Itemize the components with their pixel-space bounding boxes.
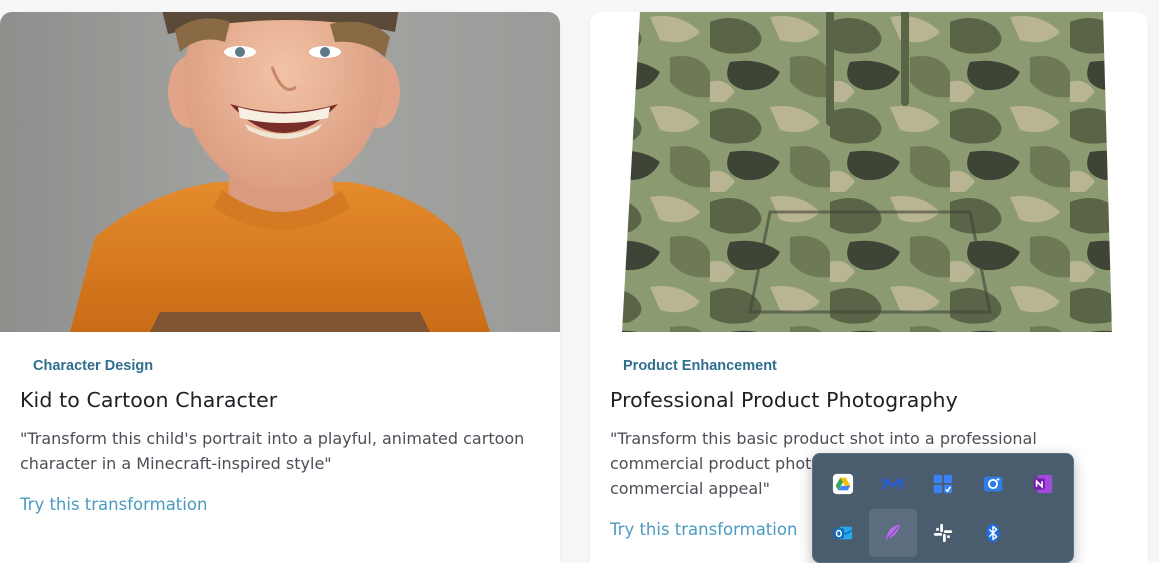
category-tag: Product Enhancement (623, 358, 777, 374)
google-drive-icon[interactable] (819, 460, 867, 508)
slack-icon[interactable] (919, 509, 967, 557)
onenote-icon[interactable] (1019, 460, 1067, 508)
card-body: Character Design Kid to Cartoon Characte… (0, 332, 560, 514)
try-transformation-link[interactable]: Try this transformation (20, 495, 207, 514)
card-image-boy (0, 12, 560, 332)
outlook-icon[interactable] (819, 509, 867, 557)
card-description: "Transform this child's portrait into a … (20, 429, 525, 473)
card-title: Kid to Cartoon Character (20, 388, 278, 412)
category-tag: Character Design (33, 358, 154, 374)
gmail-client-icon[interactable] (869, 460, 917, 508)
system-tray-flyout (812, 453, 1074, 563)
try-transformation-link[interactable]: Try this transformation (610, 520, 797, 539)
card-image-camo-hoodie (590, 12, 1148, 332)
card-title: Professional Product Photography (610, 388, 958, 412)
feather-app-icon[interactable] (869, 509, 917, 557)
camera-app-icon[interactable] (969, 460, 1017, 508)
card-kid-to-cartoon[interactable]: Character Design Kid to Cartoon Characte… (0, 12, 560, 563)
bluetooth-icon[interactable] (969, 509, 1017, 557)
tasks-app-icon[interactable] (919, 460, 967, 508)
